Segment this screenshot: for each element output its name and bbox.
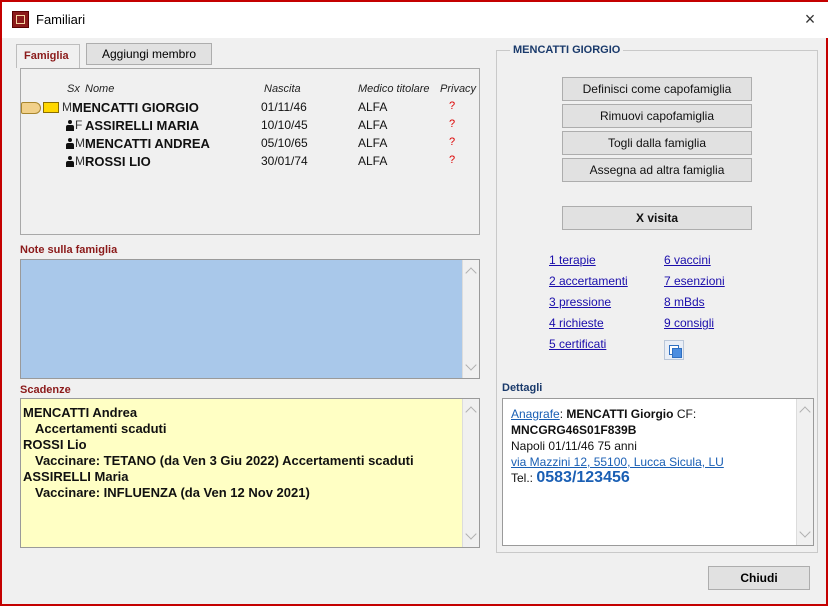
header-nascita: Nascita bbox=[264, 83, 301, 95]
scroll-up-icon[interactable] bbox=[465, 267, 477, 279]
assign-other-family-button[interactable]: Assegna ad altra famiglia bbox=[562, 158, 752, 182]
cf-label: CF: bbox=[673, 407, 697, 421]
tel-label: Tel.: bbox=[511, 471, 537, 485]
phone-number[interactable]: 0583/123456 bbox=[536, 469, 629, 486]
link-richieste[interactable]: 4 richieste bbox=[549, 316, 604, 330]
app-icon bbox=[12, 11, 29, 28]
link-certificati[interactable]: 5 certificati bbox=[549, 337, 606, 351]
member-sex: F bbox=[75, 118, 83, 132]
member-name: MENCATTI ANDREA bbox=[85, 136, 210, 151]
member-birth: 30/01/74 bbox=[261, 154, 308, 168]
member-birth: 10/10/45 bbox=[261, 118, 308, 132]
member-doctor: ALFA bbox=[358, 136, 388, 150]
close-button[interactable]: Chiudi bbox=[708, 566, 810, 590]
link-vaccini[interactable]: 6 vaccini bbox=[664, 253, 711, 267]
scroll-up-icon[interactable] bbox=[465, 406, 477, 418]
scadenze-line: ROSSI Lio bbox=[23, 437, 87, 452]
scroll-down-icon[interactable] bbox=[465, 528, 477, 540]
member-privacy[interactable]: ? bbox=[449, 136, 455, 148]
scadenze-line: Accertamenti scaduti bbox=[35, 421, 167, 436]
scroll-down-icon[interactable] bbox=[799, 526, 811, 538]
title-bar: Familiari × bbox=[2, 2, 828, 38]
member-row[interactable]: M ROSSI LIO 30/01/74 ALFA ? bbox=[21, 154, 479, 171]
person-icon bbox=[66, 120, 74, 131]
address-link[interactable]: via Mazzini 12, 55100, Lucca Sicula, LU bbox=[511, 455, 724, 469]
add-member-button[interactable]: Aggiungi membro bbox=[86, 43, 212, 65]
member-name: ROSSI LIO bbox=[85, 154, 151, 169]
header-medico: Medico titolare bbox=[358, 83, 430, 95]
member-privacy[interactable]: ? bbox=[449, 100, 455, 112]
member-name: MENCATTI GIORGIO bbox=[72, 100, 199, 115]
scroll-up-icon[interactable] bbox=[799, 406, 811, 418]
notes-scrollbar[interactable] bbox=[462, 260, 479, 378]
anagrafe-link[interactable]: Anagrafe bbox=[511, 407, 560, 421]
scadenze-line: Vaccinare: INFLUENZA (da Ven 12 Nov 2021… bbox=[35, 485, 310, 500]
link-pressione[interactable]: 3 pressione bbox=[549, 295, 611, 309]
header-privacy: Privacy bbox=[440, 83, 477, 95]
tel-line: Tel.: 0583/123456 bbox=[511, 469, 630, 487]
close-icon[interactable]: × bbox=[800, 8, 820, 30]
crown-icon bbox=[43, 102, 59, 113]
scadenze-line: Vaccinare: TETANO (da Ven 3 Giu 2022) Ac… bbox=[35, 453, 414, 468]
window-title: Familiari bbox=[36, 12, 86, 27]
link-accertamenti[interactable]: 2 accertamenti bbox=[549, 274, 628, 288]
patient-name: MENCATTI GIORGIO bbox=[510, 44, 624, 56]
member-birth: 05/10/65 bbox=[261, 136, 308, 150]
anagrafe-line: Anagrafe: MENCATTI Giorgio CF: bbox=[511, 407, 696, 421]
member-row[interactable]: F ASSIRELLI MARIA 10/10/45 ALFA ? bbox=[21, 118, 479, 135]
member-privacy[interactable]: ? bbox=[449, 118, 455, 130]
dettagli-scrollbar[interactable] bbox=[796, 399, 813, 545]
member-sex: M bbox=[75, 154, 85, 168]
member-row[interactable]: M MENCATTI ANDREA 05/10/65 ALFA ? bbox=[21, 136, 479, 153]
scadenze-line: MENCATTI Andrea bbox=[23, 405, 138, 420]
scroll-down-icon[interactable] bbox=[465, 359, 477, 371]
member-doctor: ALFA bbox=[358, 100, 388, 114]
scadenze-label: Scadenze bbox=[20, 384, 71, 396]
member-privacy[interactable]: ? bbox=[449, 154, 455, 166]
birth-line: Napoli 01/11/46 75 anni bbox=[511, 439, 637, 453]
link-terapie[interactable]: 1 terapie bbox=[549, 253, 596, 267]
copy-icon[interactable] bbox=[664, 340, 684, 360]
remove-head-button[interactable]: Rimuovi capofamiglia bbox=[562, 104, 752, 128]
notes-textarea[interactable] bbox=[20, 259, 480, 379]
member-birth: 01/11/46 bbox=[261, 100, 307, 114]
link-mbds[interactable]: 8 mBds bbox=[664, 295, 705, 309]
codice-fiscale: MNCGRG46S01F839B bbox=[511, 423, 637, 437]
visit-button[interactable]: X visita bbox=[562, 206, 752, 230]
dettagli-box[interactable]: Anagrafe: MENCATTI Giorgio CF: MNCGRG46S… bbox=[502, 398, 814, 546]
scadenze-scrollbar[interactable] bbox=[462, 399, 479, 547]
remove-from-family-button[interactable]: Togli dalla famiglia bbox=[562, 131, 752, 155]
notes-label: Note sulla famiglia bbox=[20, 244, 118, 256]
patient-full-name: MENCATTI Giorgio bbox=[566, 407, 674, 421]
header-nome: Nome bbox=[85, 83, 115, 95]
scadenze-line: ASSIRELLI Maria bbox=[23, 469, 129, 484]
person-icon bbox=[66, 138, 74, 149]
person-icon bbox=[66, 156, 74, 167]
dettagli-label: Dettagli bbox=[502, 382, 543, 394]
pointing-hand-icon bbox=[21, 102, 41, 114]
member-name: ASSIRELLI MARIA bbox=[85, 118, 200, 133]
member-doctor: ALFA bbox=[358, 154, 388, 168]
members-list[interactable]: Sx Nome Nascita Medico titolare Privacy … bbox=[20, 68, 480, 235]
link-esenzioni[interactable]: 7 esenzioni bbox=[664, 274, 725, 288]
set-head-button[interactable]: Definisci come capofamiglia bbox=[562, 77, 752, 101]
member-row[interactable]: M MENCATTI GIORGIO 01/11/46 ALFA ? bbox=[21, 100, 479, 117]
member-doctor: ALFA bbox=[358, 118, 388, 132]
header-sx: Sx bbox=[67, 83, 80, 95]
member-sex: M bbox=[62, 100, 72, 114]
tab-famiglia[interactable]: Famiglia bbox=[16, 44, 80, 68]
link-consigli[interactable]: 9 consigli bbox=[664, 316, 714, 330]
member-sex: M bbox=[75, 136, 85, 150]
scadenze-box[interactable]: MENCATTI Andrea Accertamenti scaduti ROS… bbox=[20, 398, 480, 548]
familiari-window: Familiari × Famiglia Aggiungi membro Sx … bbox=[0, 0, 828, 606]
